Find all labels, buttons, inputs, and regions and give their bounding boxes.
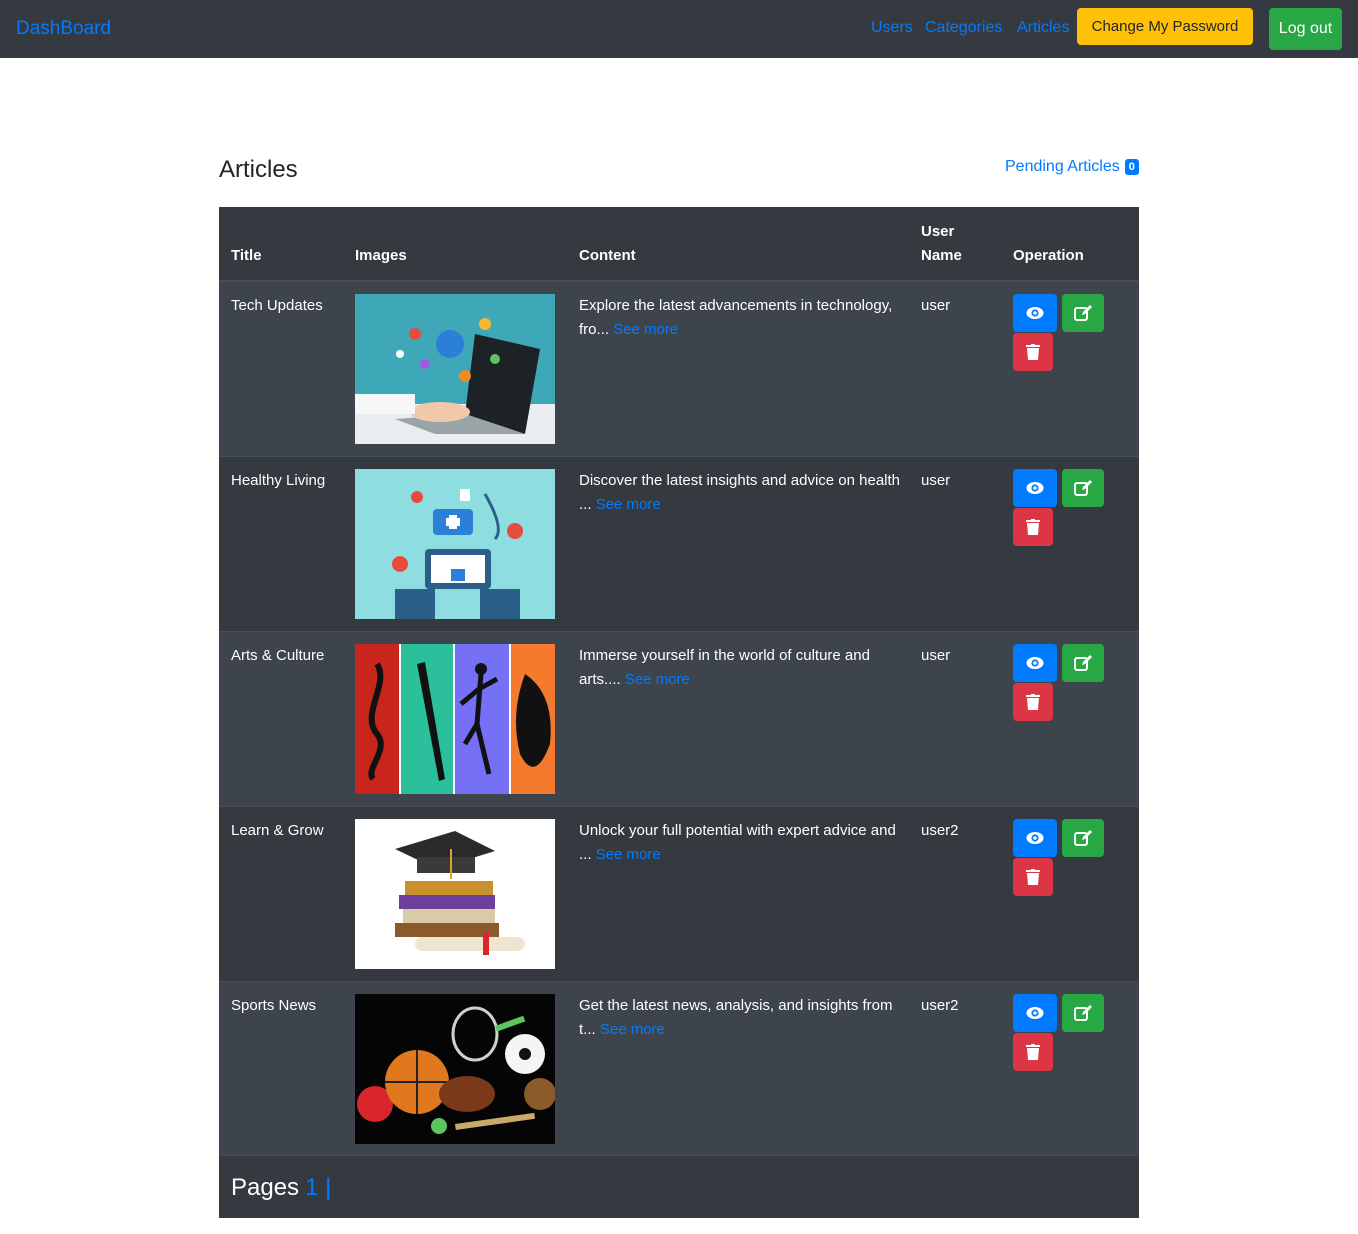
article-content: Get the latest news, analysis, and insig… xyxy=(579,994,909,1042)
table-row: Healthy Living Discover the latest insig… xyxy=(219,456,1139,631)
eye-icon xyxy=(1026,482,1044,494)
article-content: Discover the latest insights and advice … xyxy=(579,469,909,517)
header-user-name: User Name xyxy=(921,220,962,268)
page-link-1[interactable]: 1 | xyxy=(305,1174,331,1201)
table-row: Tech Updates Explore the latest advancem… xyxy=(219,281,1139,456)
article-title: Arts & Culture xyxy=(231,647,325,664)
see-more-link[interactable]: See more xyxy=(600,1021,665,1038)
header-images: Images xyxy=(355,247,407,264)
header-operation: Operation xyxy=(1013,247,1084,264)
view-button[interactable] xyxy=(1013,994,1057,1032)
table-header: Title Images Content User Name Operation xyxy=(219,207,1139,281)
table-row: Learn & Grow Unlock your full potential … xyxy=(219,806,1139,981)
articles-table: Title Images Content User Name Operation… xyxy=(219,207,1139,1218)
edit-button[interactable] xyxy=(1062,294,1104,332)
edit-icon xyxy=(1074,480,1092,496)
brand-link[interactable]: DashBoard xyxy=(16,18,111,40)
pagination: Pages 1 | xyxy=(219,1155,1139,1218)
trash-icon xyxy=(1026,519,1040,535)
change-password-button[interactable]: Change My Password xyxy=(1077,8,1253,45)
top-navbar: DashBoard Users Categories Articles Chan… xyxy=(0,0,1358,58)
pagination-label: Pages 1 | xyxy=(231,1174,331,1202)
delete-button[interactable] xyxy=(1013,858,1053,896)
edit-icon xyxy=(1074,305,1092,321)
laptop-technology-image xyxy=(355,294,555,444)
page-title: Articles xyxy=(219,156,298,183)
header-title: Title xyxy=(231,247,262,264)
delete-button[interactable] xyxy=(1013,508,1053,546)
table-row: Arts & Culture Immerse yourself in the w… xyxy=(219,631,1139,806)
see-more-link[interactable]: See more xyxy=(613,321,678,338)
view-button[interactable] xyxy=(1013,819,1057,857)
header-content: Content xyxy=(579,247,636,264)
content-text: Immerse yourself in the world of culture… xyxy=(579,647,870,688)
edit-icon xyxy=(1074,655,1092,671)
article-user: user2 xyxy=(921,997,959,1014)
header-user-line1: User xyxy=(921,223,955,240)
table-row: Sports News Get the latest news, analysi… xyxy=(219,981,1139,1156)
edit-button[interactable] xyxy=(1062,994,1104,1032)
trash-icon xyxy=(1026,869,1040,885)
sports-balls-image xyxy=(355,994,555,1144)
delete-button[interactable] xyxy=(1013,683,1053,721)
header-user-line2: Name xyxy=(921,247,962,264)
article-title: Learn & Grow xyxy=(231,822,324,839)
delete-button[interactable] xyxy=(1013,333,1053,371)
edit-icon xyxy=(1074,1005,1092,1021)
article-title: Healthy Living xyxy=(231,472,326,489)
logout-button[interactable]: Log out xyxy=(1269,8,1342,50)
pending-articles-label: Pending Articles xyxy=(1005,158,1120,175)
edit-icon xyxy=(1074,830,1092,846)
pending-articles-link[interactable]: Pending Articles 0 xyxy=(1005,158,1139,176)
pages-text: Pages xyxy=(231,1174,300,1201)
eye-icon xyxy=(1026,832,1044,844)
edit-button[interactable] xyxy=(1062,644,1104,682)
view-button[interactable] xyxy=(1013,294,1057,332)
health-care-image xyxy=(355,469,555,619)
edit-button[interactable] xyxy=(1062,469,1104,507)
article-title: Tech Updates xyxy=(231,297,323,314)
pending-count-badge: 0 xyxy=(1124,159,1139,175)
article-content: Unlock your full potential with expert a… xyxy=(579,819,909,867)
article-user: user xyxy=(921,297,951,314)
eye-icon xyxy=(1026,307,1044,319)
view-button[interactable] xyxy=(1013,644,1057,682)
graduation-books-image xyxy=(355,819,555,969)
nav-link-users[interactable]: Users xyxy=(871,19,913,37)
trash-icon xyxy=(1026,694,1040,710)
delete-button[interactable] xyxy=(1013,1033,1053,1071)
see-more-link[interactable]: See more xyxy=(596,496,661,513)
article-content: Immerse yourself in the world of culture… xyxy=(579,644,909,692)
see-more-link[interactable]: See more xyxy=(596,846,661,863)
article-content: Explore the latest advancements in techn… xyxy=(579,294,909,342)
article-user: user2 xyxy=(921,822,959,839)
article-title: Sports News xyxy=(231,997,317,1014)
view-button[interactable] xyxy=(1013,469,1057,507)
trash-icon xyxy=(1026,344,1040,360)
article-user: user xyxy=(921,472,951,489)
nav-link-categories[interactable]: Categories xyxy=(925,19,1002,37)
eye-icon xyxy=(1026,1007,1044,1019)
trash-icon xyxy=(1026,1044,1040,1060)
nav-link-articles[interactable]: Articles xyxy=(1017,19,1069,37)
article-user: user xyxy=(921,647,951,664)
eye-icon xyxy=(1026,657,1044,669)
arts-culture-image xyxy=(355,644,555,794)
see-more-link[interactable]: See more xyxy=(625,671,690,688)
edit-button[interactable] xyxy=(1062,819,1104,857)
